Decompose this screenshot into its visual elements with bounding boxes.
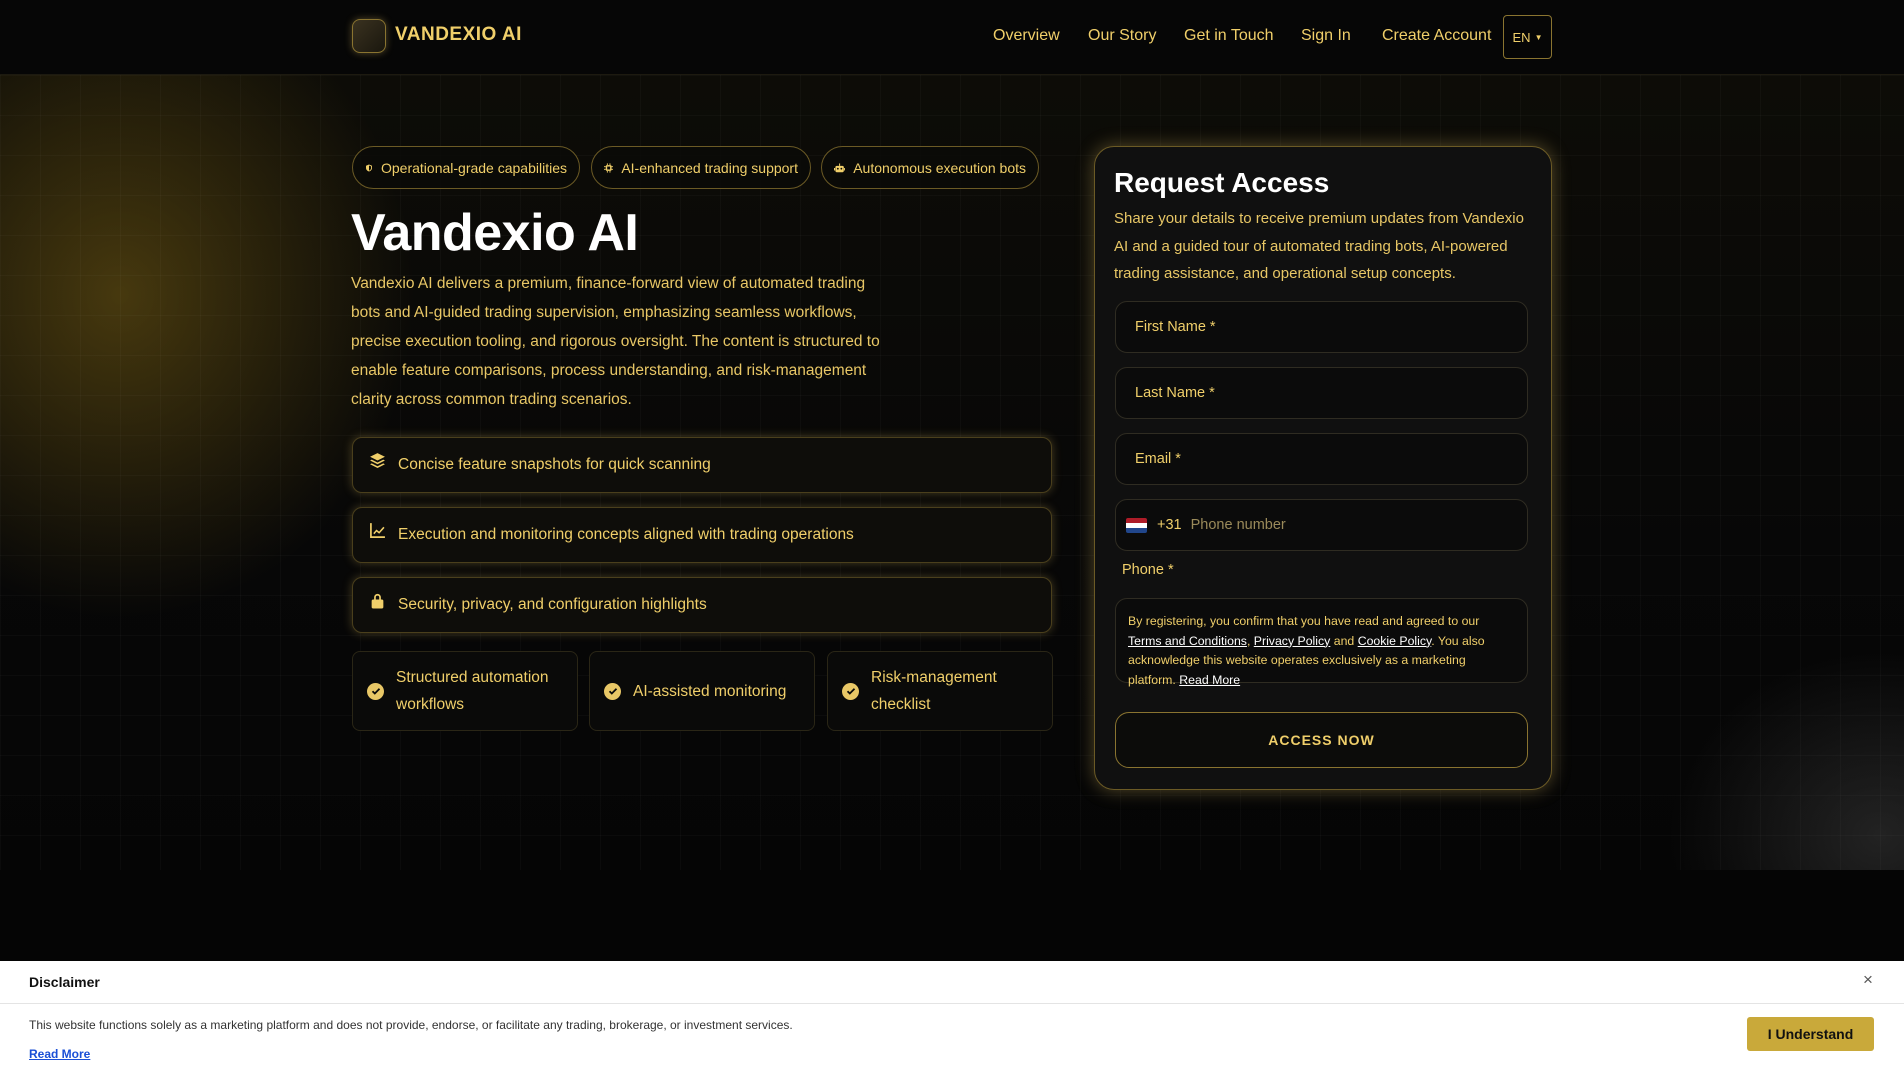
hero-title: Vandexio AI	[351, 204, 639, 262]
first-name-field[interactable]: First Name *	[1115, 301, 1528, 353]
consent-separator: and	[1330, 633, 1358, 648]
consent-separator: ,	[1246, 633, 1254, 648]
check-label: AI-assisted monitoring	[633, 682, 787, 700]
check-card-monitoring: AI-assisted monitoring	[589, 651, 815, 731]
check-circle-icon	[367, 682, 384, 700]
nav-our-story[interactable]: Our Story	[1088, 27, 1156, 45]
pill-autonomous-bots: Autonomous execution bots	[821, 146, 1039, 189]
nav-create-account[interactable]: Create Account	[1382, 27, 1491, 45]
last-name-field[interactable]: Last Name *	[1115, 367, 1528, 419]
phone-label: Phone *	[1122, 562, 1174, 578]
lock-icon	[371, 593, 384, 608]
pill-label: AI-enhanced trading support	[621, 159, 798, 176]
netherlands-flag-icon[interactable]	[1126, 517, 1147, 533]
email-label: Email *	[1135, 451, 1181, 467]
feature-security: Security, privacy, and configuration hig…	[352, 577, 1052, 633]
form-title: Request Access	[1114, 167, 1330, 198]
disclaimer-banner: Disclaimer × This website functions sole…	[0, 961, 1904, 1078]
first-name-label: First Name *	[1135, 319, 1216, 335]
last-name-label: Last Name *	[1135, 385, 1215, 401]
check-card-risk: Risk-management checklist	[827, 651, 1053, 731]
phone-country-code[interactable]: +31	[1157, 517, 1182, 533]
layers-icon	[370, 452, 385, 468]
close-icon[interactable]: ×	[1863, 970, 1873, 990]
chevron-down-icon: ▼	[1534, 32, 1543, 42]
privacy-link[interactable]: Privacy Policy	[1254, 634, 1331, 648]
feature-snapshots: Concise feature snapshots for quick scan…	[352, 437, 1052, 493]
check-label: Structured automation workflows	[396, 669, 549, 713]
language-label: EN	[1512, 29, 1531, 45]
nav-sign-in[interactable]: Sign In	[1301, 27, 1351, 45]
check-circle-icon	[604, 682, 621, 700]
check-circle-icon	[842, 682, 859, 700]
phone-placeholder: Phone number	[1190, 517, 1286, 533]
chip-icon	[604, 162, 614, 173]
access-now-button[interactable]: ACCESS NOW	[1115, 712, 1528, 768]
pill-label: Operational-grade capabilities	[381, 159, 567, 176]
brand-name[interactable]: VANDEXIO AI	[395, 24, 522, 46]
read-more-link[interactable]: Read More	[1179, 673, 1240, 687]
i-understand-button[interactable]: I Understand	[1747, 1017, 1874, 1051]
terms-link[interactable]: Terms and Conditions	[1128, 634, 1247, 648]
check-card-workflows: Structured automation workflows	[352, 651, 578, 731]
consent-notice: By registering, you confirm that you hav…	[1115, 598, 1528, 687]
hero-description: Vandexio AI delivers a premium, finance-…	[351, 275, 880, 408]
chart-line-icon	[370, 522, 385, 538]
nav-overview[interactable]: Overview	[993, 27, 1060, 45]
consent-text: By registering, you confirm that you hav…	[1128, 614, 1480, 628]
cookie-link[interactable]: Cookie Policy	[1358, 634, 1432, 648]
robot-icon	[834, 162, 846, 172]
disclaimer-title: Disclaimer	[29, 974, 100, 990]
feature-label: Concise feature snapshots for quick scan…	[398, 456, 711, 473]
pill-ai-enhanced: AI-enhanced trading support	[591, 146, 811, 189]
feature-label: Execution and monitoring concepts aligne…	[398, 526, 854, 543]
language-select[interactable]: EN ▼	[1503, 15, 1552, 59]
pill-label: Autonomous execution bots	[853, 159, 1026, 176]
disclaimer-read-more-link[interactable]: Read More	[29, 1047, 90, 1061]
feature-execution: Execution and monitoring concepts aligne…	[352, 507, 1052, 563]
check-label: Risk-management checklist	[871, 669, 997, 713]
top-nav: VANDEXIO AI Overview Our Story Get in To…	[0, 0, 1904, 75]
divider	[0, 1003, 1904, 1004]
shield-icon	[366, 164, 372, 171]
feature-label: Security, privacy, and configuration hig…	[398, 596, 707, 613]
email-field[interactable]: Email *	[1115, 433, 1528, 485]
nav-get-in-touch[interactable]: Get in Touch	[1184, 27, 1274, 45]
form-description: Share your details to receive premium up…	[1114, 210, 1524, 282]
disclaimer-text: This website functions solely as a marke…	[29, 1018, 793, 1032]
pill-operational: Operational-grade capabilities	[352, 146, 580, 189]
logo-icon[interactable]	[352, 19, 386, 53]
phone-field[interactable]: +31 Phone number	[1115, 499, 1528, 551]
